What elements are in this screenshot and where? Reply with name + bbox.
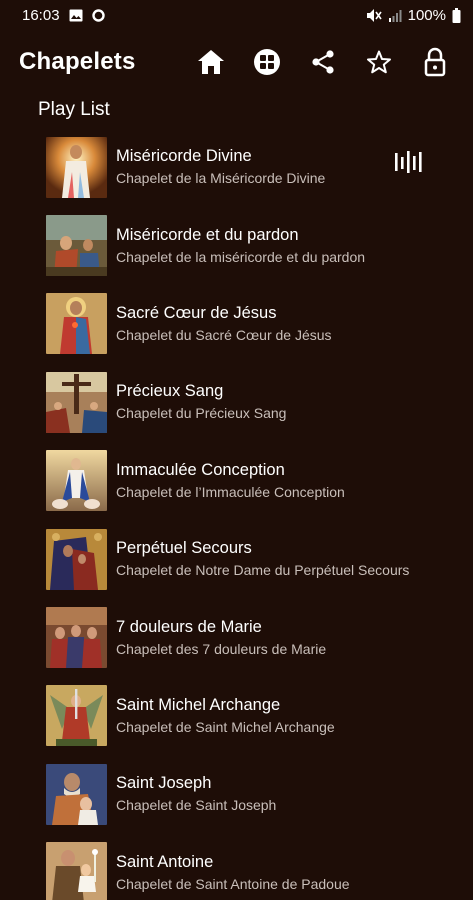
playlist: Miséricorde Divine Chapelet de la Miséri… [0,128,473,900]
status-time: 16:03 [22,6,60,24]
battery-percent: 100% [407,6,446,24]
signal-icon [388,9,402,22]
playlist-item-title: Sacré Cœur de Jésus [116,303,277,322]
lock-button[interactable] [407,34,463,90]
circle-notification-icon [91,8,105,22]
mute-icon [366,8,382,23]
share-icon [312,50,334,74]
saint-michel-thumbnail [46,685,107,747]
immaculee-conception-thumbnail [46,450,107,512]
grid-apps-icon [254,49,280,75]
playlist-item-subtitle: Chapelet de Saint Michel Archange [116,718,335,735]
playlist-item-text: Précieux Sang Chapelet du Précieux Sang [116,381,453,423]
playlist-item-7-douleurs[interactable]: 7 douleurs de Marie Chapelet des 7 doule… [0,598,473,676]
favorite-button[interactable] [351,34,407,90]
playlist-item-subtitle: Chapelet de Saint Antoine de Padoue [116,875,350,892]
playlist-item-title: Immaculée Conception [116,460,285,479]
perpetuel-secours-thumbnail [46,528,107,590]
playlist-item-precieux-sang[interactable]: Précieux Sang Chapelet du Précieux Sang [0,363,473,441]
playlist-item-text: Immaculée Conception Chapelet de l’Immac… [116,460,453,502]
status-bar: 16:03 100% [0,0,473,30]
playlist-item-title: Saint Antoine [116,852,214,871]
saint-antoine-thumbnail [46,842,107,900]
playlist-item-text: Saint Michel Archange Chapelet de Saint … [116,695,453,737]
playlist-item-subtitle: Chapelet du Précieux Sang [116,405,287,422]
playlist-item-title: Perpétuel Secours [116,539,252,558]
app-screen: 16:03 100% Chapelets Play List Miséricor… [0,0,473,900]
playlist-item-perpetuel-secours[interactable]: Perpétuel Secours Chapelet de Notre Dame… [0,520,473,598]
playlist-item-text: Saint Joseph Chapelet de Saint Joseph [116,773,453,815]
playlist-item-text: Sacré Cœur de Jésus Chapelet du Sacré Cœ… [116,303,453,345]
now-playing-icon [395,151,422,173]
status-left: 16:03 [22,7,105,24]
star-icon [367,50,391,74]
playlist-item-title: 7 douleurs de Marie [116,617,262,636]
gallery-icon [69,9,83,22]
misericorde-divine-thumbnail [46,136,107,198]
home-button[interactable] [183,34,239,90]
battery-icon [452,7,461,23]
playlist-heading: Play List [38,99,110,120]
sacre-coeur-thumbnail [46,293,107,355]
grid-apps-button[interactable] [239,34,295,90]
playlist-item-sacre-coeur[interactable]: Sacré Cœur de Jésus Chapelet du Sacré Cœ… [0,285,473,363]
playlist-item-subtitle: Chapelet du Sacré Cœur de Jésus [116,326,332,343]
playlist-item-text: Perpétuel Secours Chapelet de Notre Dame… [116,538,453,580]
playlist-item-title: Précieux Sang [116,382,224,401]
playlist-item-saint-michel[interactable]: Saint Michel Archange Chapelet de Saint … [0,677,473,755]
precieux-sang-thumbnail [46,371,107,433]
lock-icon [424,47,446,77]
playlist-item-text: 7 douleurs de Marie Chapelet des 7 doule… [116,617,453,659]
playlist-item-misericorde-divine[interactable]: Miséricorde Divine Chapelet de la Miséri… [0,128,473,206]
playlist-item-saint-joseph[interactable]: Saint Joseph Chapelet de Saint Joseph [0,755,473,833]
playlist-item-subtitle: Chapelet de Notre Dame du Perpétuel Seco… [116,562,410,579]
saint-joseph-thumbnail [46,763,107,825]
playlist-item-misericorde-pardon[interactable]: Miséricorde et du pardon Chapelet de la … [0,206,473,284]
share-button[interactable] [295,34,351,90]
playlist-item-title: Miséricorde et du pardon [116,225,299,244]
playlist-item-immaculee-conception[interactable]: Immaculée Conception Chapelet de l’Immac… [0,442,473,520]
app-title: Chapelets [19,48,136,75]
playlist-item-title: Saint Joseph [116,774,212,793]
playlist-item-subtitle: Chapelet de la miséricorde et du pardon [116,248,366,265]
playlist-item-subtitle: Chapelet de l’Immaculée Conception [116,483,345,500]
playlist-item-saint-antoine[interactable]: Saint Antoine Chapelet de Saint Antoine … [0,834,473,900]
playlist-item-title: Saint Michel Archange [116,695,281,714]
home-icon [198,50,224,74]
playlist-item-text: Saint Antoine Chapelet de Saint Antoine … [116,852,453,894]
app-actions [183,34,463,90]
playlist-item-text: Miséricorde et du pardon Chapelet de la … [116,225,453,267]
status-right: 100% [366,7,461,24]
7-douleurs-thumbnail [46,607,107,669]
app-bar: Chapelets [0,34,473,90]
playlist-item-subtitle: Chapelet de Saint Joseph [116,797,277,814]
playlist-item-subtitle: Chapelet des 7 douleurs de Marie [116,640,327,657]
misericorde-pardon-thumbnail [46,215,107,277]
